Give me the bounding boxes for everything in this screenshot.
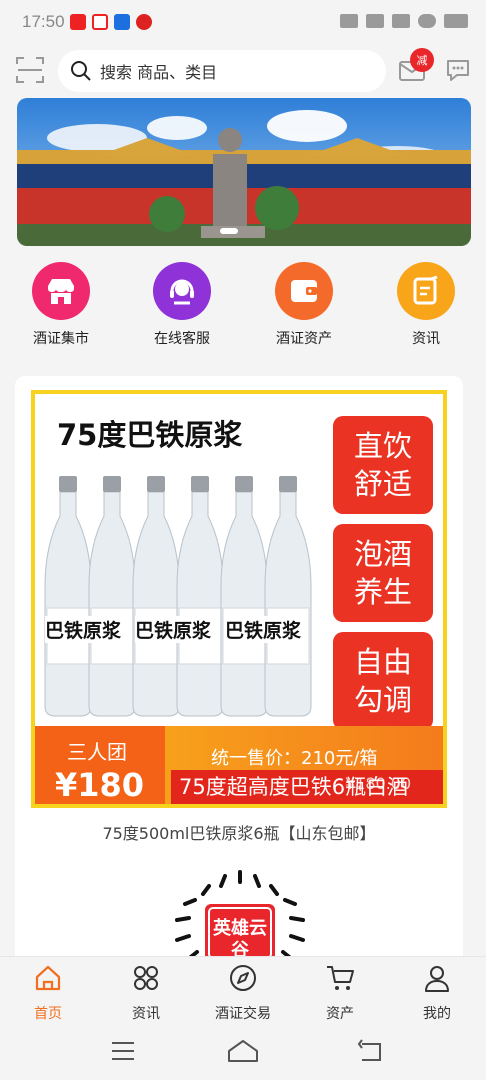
system-icons — [340, 14, 468, 28]
user-icon — [425, 966, 449, 992]
quick-nav-assets[interactable]: 酒证资产 — [254, 262, 354, 348]
home-button[interactable] — [226, 1038, 260, 1064]
banner-carousel[interactable] — [17, 98, 471, 246]
tab-label: 首页 — [34, 1006, 62, 1022]
chat-button[interactable] — [444, 56, 472, 84]
menu-button[interactable] — [108, 1038, 138, 1064]
bottles-image — [44, 476, 312, 717]
feature-tag-line: 自由 — [353, 645, 412, 679]
headset-icon — [153, 262, 211, 320]
promo-badge: 减 — [410, 48, 434, 72]
quick-nav-label: 酒证资产 — [276, 331, 332, 347]
bottle — [264, 476, 312, 717]
home-icon — [35, 965, 61, 991]
grid-icon — [134, 966, 158, 990]
quick-nav-label: 在线客服 — [154, 331, 210, 347]
product-headline: 75度巴铁原浆 — [57, 418, 243, 452]
feature-tag-line: 勾调 — [353, 683, 412, 717]
tab-profile[interactable]: 我的 — [397, 963, 477, 1023]
bottle — [220, 476, 268, 717]
tab-assets[interactable]: 资产 — [300, 963, 380, 1023]
tab-trade[interactable]: 酒证交易 — [203, 963, 283, 1023]
signal-2-icon — [392, 14, 410, 28]
store-icon — [32, 262, 90, 320]
unified-price: 统一售价：210元/箱 — [211, 748, 378, 769]
back-button[interactable] — [356, 1038, 386, 1064]
notification-icons — [70, 14, 152, 30]
nfc-icon — [340, 14, 358, 28]
back-icon — [357, 1039, 381, 1061]
quick-nav-label: 酒证集市 — [33, 331, 89, 347]
top-bar: 搜索 商品、类目 减 — [0, 44, 486, 100]
quick-nav-news[interactable]: 资讯 — [376, 262, 476, 348]
banner-image — [17, 98, 471, 246]
bottle — [132, 476, 180, 717]
group-buy-price: ¥180 — [55, 766, 145, 804]
search-icon — [71, 61, 91, 81]
search-placeholder: 搜索 商品、类目 — [100, 63, 218, 82]
status-bar: 17:50 — [0, 0, 486, 44]
search-input[interactable]: 搜索 商品、类目 — [58, 50, 386, 92]
wifi-icon — [418, 14, 436, 28]
message-notification-icon — [136, 14, 152, 30]
tab-label: 资讯 — [132, 1006, 160, 1022]
tab-label: 我的 — [423, 1006, 451, 1022]
product-card[interactable]: 75度巴铁原浆 巴铁原浆 巴铁原浆 巴铁原浆 直饮舒适 泡酒养生 自由勾调 三人… — [15, 376, 463, 976]
bottle — [44, 476, 92, 717]
bottle-label: 巴铁原浆 — [225, 616, 302, 643]
group-buy-label: 三人团 — [67, 740, 127, 764]
system-nav-bar — [0, 1022, 486, 1080]
cart-icon — [327, 966, 354, 990]
tab-news[interactable]: 资讯 — [106, 963, 186, 1023]
signal-icon — [366, 14, 384, 28]
feature-tag-line: 泡酒 — [353, 537, 412, 571]
location-notification-icon — [92, 14, 108, 30]
feature-tag-line: 舒适 — [353, 467, 412, 501]
tab-label: 资产 — [326, 1006, 354, 1022]
feature-tag: 自由 勾调 — [333, 632, 433, 730]
note-icon — [397, 262, 455, 320]
bottle-label: 巴铁原浆 — [135, 616, 212, 643]
quick-nav-market[interactable]: 酒证集市 — [11, 262, 111, 348]
app-notification-icon — [70, 14, 86, 30]
ghost-price: ¥180.00 — [345, 774, 412, 793]
tab-label: 酒证交易 — [215, 1006, 271, 1022]
quick-nav: 酒证集市 在线客服 酒证资产 资讯 — [0, 258, 486, 358]
status-time: 17:50 — [22, 12, 65, 31]
feature-tag: 直饮 舒适 — [333, 416, 433, 514]
quick-nav-support[interactable]: 在线客服 — [132, 262, 232, 348]
tab-home[interactable]: 首页 — [8, 963, 88, 1023]
bottle-label: 巴铁原浆 — [45, 616, 122, 643]
menu-icon — [112, 1042, 134, 1060]
wallet-icon — [275, 262, 333, 320]
price-strip: 三人团 ¥180 统一售价：210元/箱 75度超高度巴铁6瓶白酒 ¥180.0… — [35, 726, 443, 804]
product-name[interactable]: 75度500ml巴铁原浆6瓶【山东包邮】 — [15, 820, 463, 844]
bottle — [88, 476, 136, 717]
carousel-indicator — [220, 228, 238, 234]
feature-tag-line: 养生 — [353, 575, 412, 609]
battery-icon — [444, 14, 468, 28]
quick-nav-label: 资讯 — [412, 331, 440, 347]
group-buy-box: 三人团 ¥180 — [35, 726, 165, 804]
scan-button[interactable] — [14, 54, 46, 86]
feature-tag: 泡酒 养生 — [333, 524, 433, 622]
text-notification-icon — [114, 14, 130, 30]
feature-tag-line: 直饮 — [353, 429, 412, 463]
bottle — [176, 476, 224, 717]
bottom-tab-bar: 首页 资讯 酒证交易 资产 我的 — [0, 956, 486, 1022]
scan-icon — [16, 57, 44, 83]
chat-icon — [447, 60, 469, 81]
product-image: 75度巴铁原浆 巴铁原浆 巴铁原浆 巴铁原浆 直饮舒适 泡酒养生 自由勾调 三人… — [31, 390, 447, 808]
compass-icon — [230, 965, 256, 991]
home-nav-icon — [228, 1040, 258, 1062]
